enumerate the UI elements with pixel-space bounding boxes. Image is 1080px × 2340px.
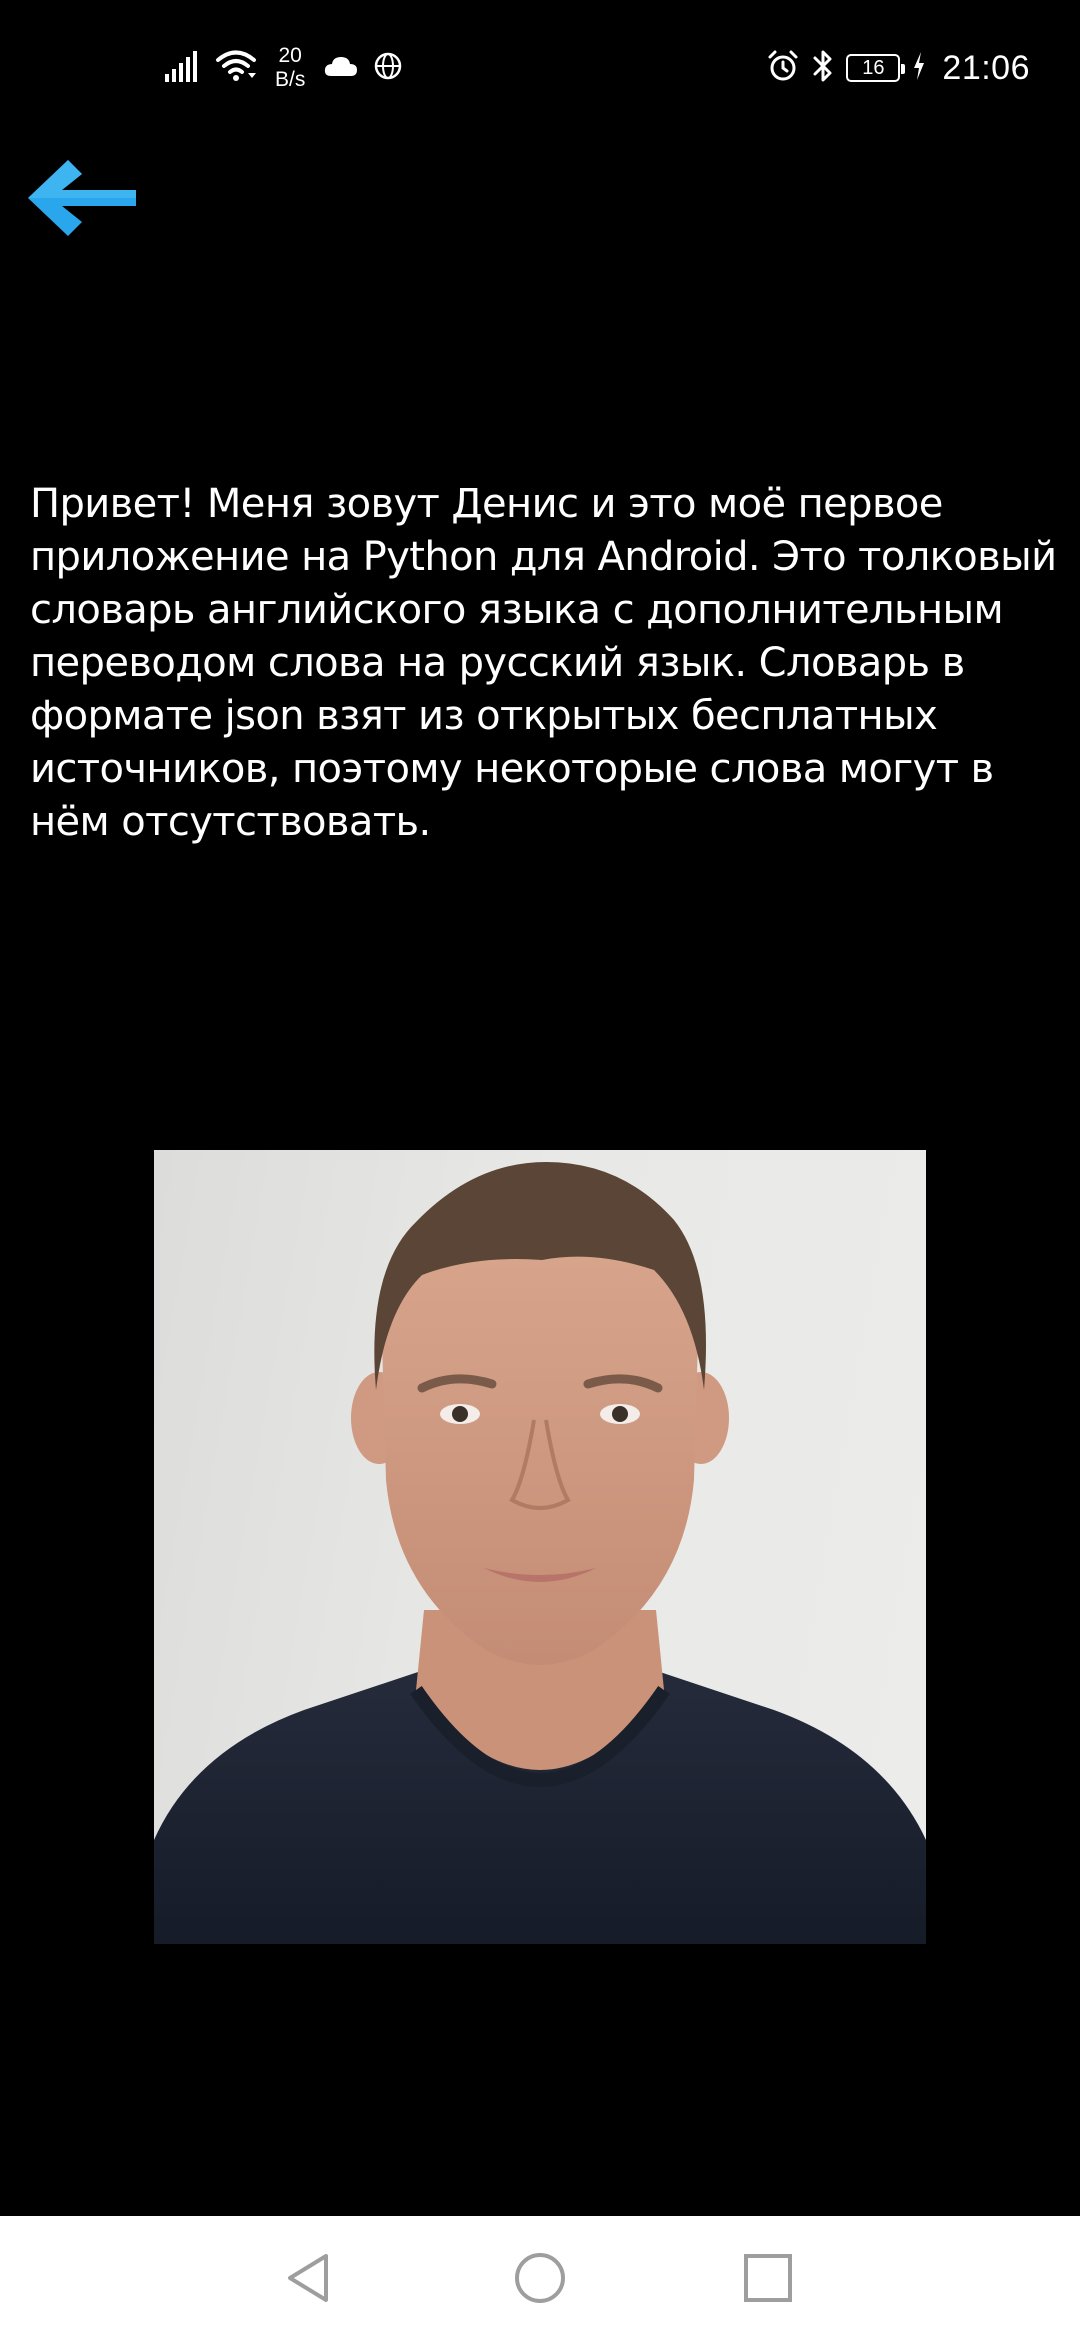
- wifi-icon: [215, 49, 257, 88]
- back-triangle-icon: [288, 2254, 328, 2302]
- signal-icon: [163, 50, 201, 87]
- bluetooth-icon: [812, 49, 834, 88]
- charging-icon: [912, 51, 926, 86]
- recents-square-icon: [744, 2254, 792, 2302]
- arrow-left-icon: [28, 160, 136, 236]
- intro-text: Привет! Меня зовут Денис и это моё перво…: [30, 481, 1057, 845]
- alarm-icon: [766, 49, 800, 88]
- author-photo: [154, 1150, 926, 1944]
- navigation-bar: [0, 2216, 1080, 2340]
- nav-home-button[interactable]: [502, 2240, 578, 2316]
- cloud-icon: [323, 54, 359, 83]
- author-portrait: [154, 1162, 926, 1944]
- status-bar-left: 20 B/s: [163, 38, 403, 98]
- battery-icon: 16: [846, 54, 906, 82]
- home-circle-icon: [515, 2253, 565, 2303]
- about-screen: 20 B/s 16 21:06 Привет! Меня зовут Денис…: [0, 0, 1080, 2340]
- network-speed-unit: B/s: [275, 68, 306, 91]
- status-bar: 20 B/s 16 21:06: [0, 0, 1080, 130]
- globe-icon: [373, 51, 403, 86]
- battery-level: 16: [862, 56, 885, 79]
- network-speed: 20 B/s: [275, 44, 305, 92]
- nav-back-button[interactable]: [270, 2240, 346, 2316]
- clock: 21:06: [942, 48, 1030, 87]
- nav-recents-button[interactable]: [730, 2240, 806, 2316]
- network-speed-value: 20: [278, 44, 302, 67]
- status-bar-right: 16 21:06: [766, 38, 1030, 98]
- back-button[interactable]: [22, 148, 140, 248]
